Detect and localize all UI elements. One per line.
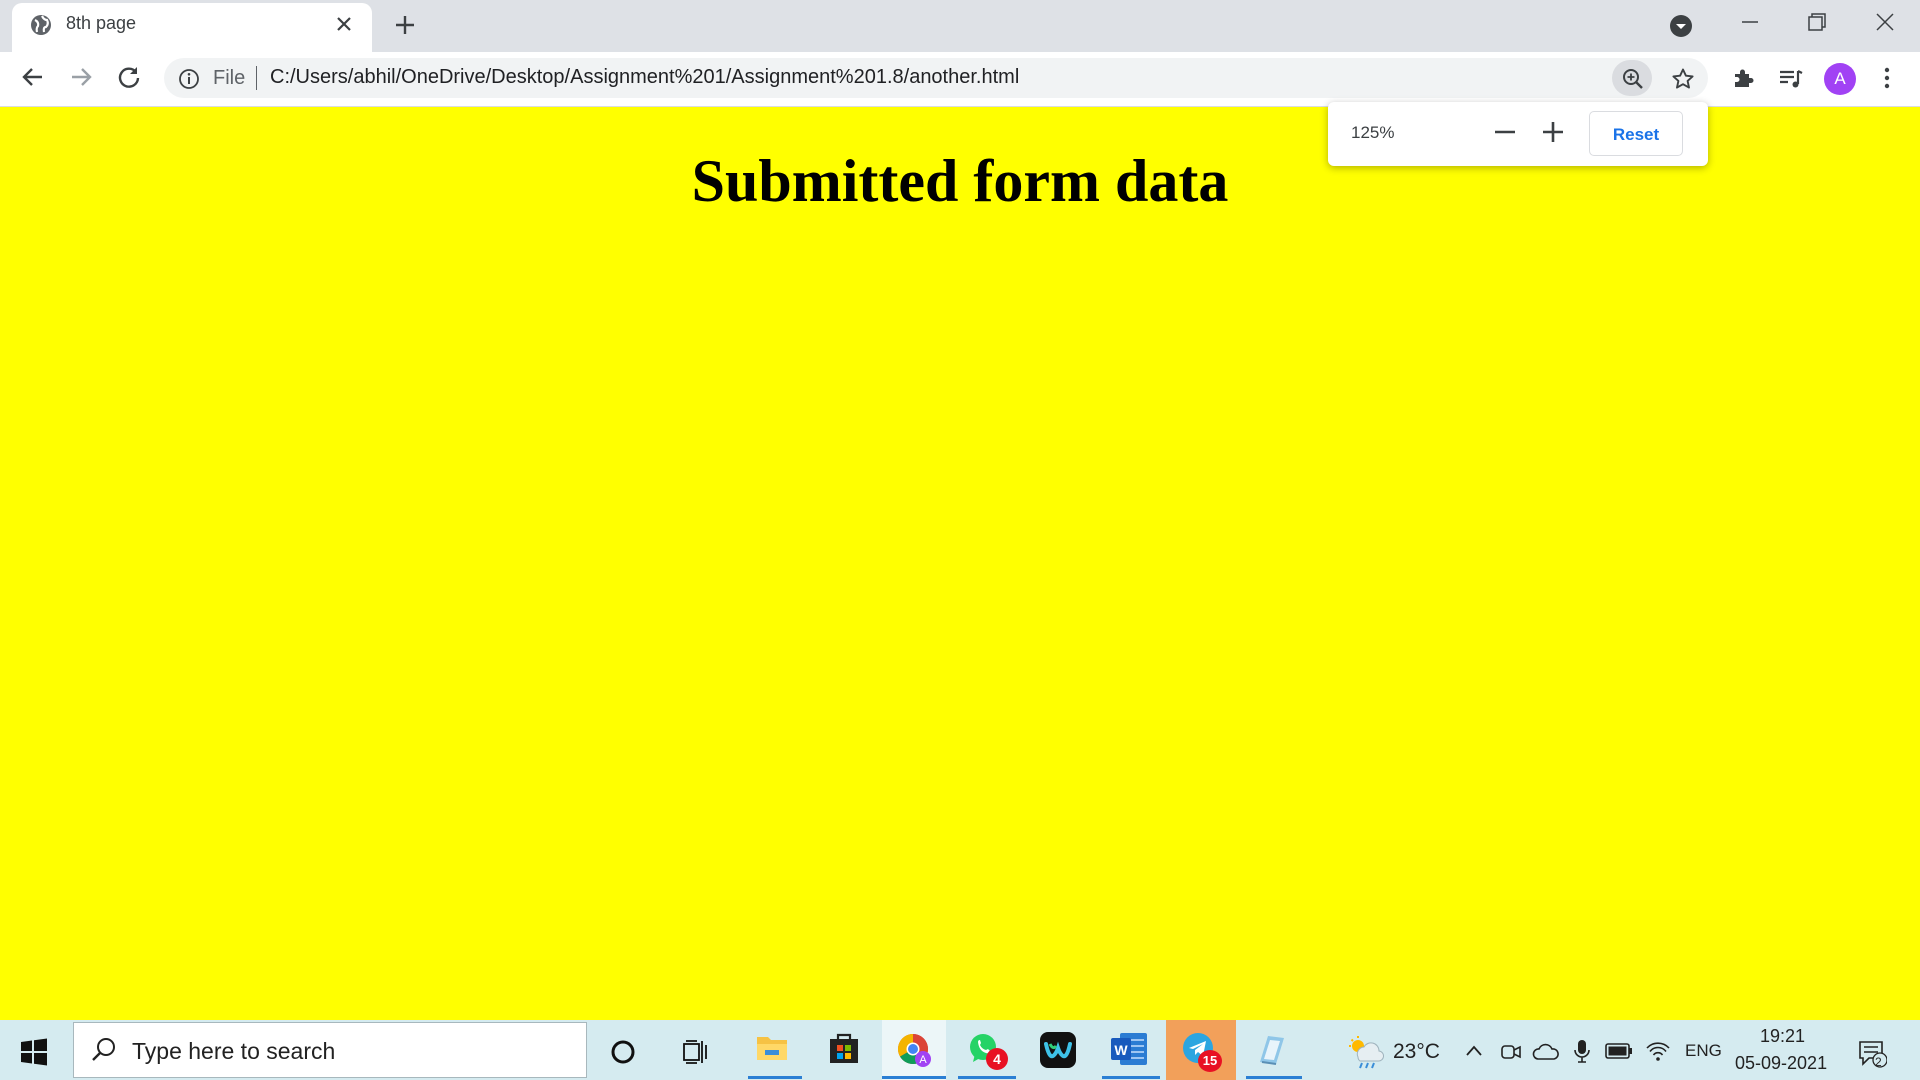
- file-explorer-icon[interactable]: [756, 1033, 788, 1063]
- tab-search-icon[interactable]: [1668, 13, 1694, 39]
- meet-now-icon[interactable]: [1500, 1041, 1522, 1063]
- close-window-icon[interactable]: [1873, 10, 1897, 34]
- wifi-icon[interactable]: [1645, 1040, 1671, 1062]
- notepad-icon[interactable]: [1254, 1032, 1288, 1066]
- zoom-in-button[interactable]: [1538, 117, 1568, 147]
- microphone-icon[interactable]: [1573, 1038, 1591, 1064]
- media-control-icon[interactable]: [1778, 67, 1804, 91]
- new-tab-button[interactable]: [393, 13, 417, 37]
- battery-icon[interactable]: [1605, 1042, 1633, 1060]
- explorer-running-indicator: [748, 1076, 802, 1079]
- zoom-icon[interactable]: [1622, 68, 1644, 90]
- zoom-level: 125%: [1351, 123, 1395, 142]
- extensions-puzzle-icon[interactable]: [1731, 66, 1755, 90]
- profile-avatar[interactable]: A: [1824, 63, 1856, 95]
- weather-icon[interactable]: [1346, 1035, 1384, 1069]
- cortana-icon[interactable]: [610, 1039, 636, 1065]
- url-text[interactable]: C:/Users/abhil/OneDrive/Desktop/Assignme…: [270, 66, 1019, 89]
- search-icon: [90, 1036, 118, 1064]
- chevron-up-icon[interactable]: [1464, 1042, 1484, 1060]
- whatsapp-running-indicator: [958, 1076, 1016, 1079]
- notification-count: 2: [1875, 1055, 1882, 1069]
- chrome-icon[interactable]: A: [896, 1032, 934, 1070]
- reload-icon[interactable]: [116, 64, 142, 90]
- scheme-label: File: [213, 67, 246, 89]
- telegram-badge: 15: [1198, 1050, 1222, 1072]
- forward-arrow-icon[interactable]: [68, 64, 94, 90]
- info-icon[interactable]: [178, 68, 200, 90]
- close-tab-icon[interactable]: [334, 14, 354, 34]
- svg-text:W: W: [1114, 1042, 1128, 1058]
- svg-text:A: A: [919, 1054, 927, 1066]
- minimize-icon[interactable]: [1738, 10, 1762, 34]
- onedrive-cloud-icon[interactable]: [1532, 1043, 1560, 1061]
- webex-icon[interactable]: [1040, 1032, 1076, 1068]
- address-divider: [256, 66, 257, 90]
- zoom-out-button[interactable]: [1490, 117, 1520, 147]
- globe-icon: [30, 14, 52, 36]
- zoom-reset-button[interactable]: Reset: [1589, 111, 1683, 156]
- word-running-indicator: [1102, 1076, 1160, 1079]
- windows-start-icon[interactable]: [20, 1038, 48, 1066]
- more-menu-icon[interactable]: [1878, 66, 1896, 90]
- restore-icon[interactable]: [1805, 10, 1829, 34]
- notepad-running-indicator: [1246, 1076, 1302, 1079]
- back-arrow-icon[interactable]: [20, 64, 46, 90]
- clock-date[interactable]: 05-09-2021: [1735, 1053, 1827, 1074]
- language-indicator[interactable]: ENG: [1685, 1041, 1722, 1061]
- search-placeholder: Type here to search: [132, 1038, 336, 1064]
- weather-temperature[interactable]: 23°C: [1393, 1040, 1440, 1064]
- clock-time[interactable]: 19:21: [1760, 1026, 1805, 1047]
- tab-title: 8th page: [66, 13, 137, 33]
- whatsapp-badge: 4: [986, 1048, 1008, 1070]
- word-icon[interactable]: W: [1110, 1032, 1148, 1066]
- chrome-running-indicator: [882, 1076, 946, 1079]
- task-view-icon[interactable]: [682, 1038, 710, 1066]
- bookmark-star-icon[interactable]: [1671, 67, 1695, 91]
- microsoft-store-icon[interactable]: [828, 1031, 860, 1065]
- notification-center-icon[interactable]: [1857, 1038, 1887, 1068]
